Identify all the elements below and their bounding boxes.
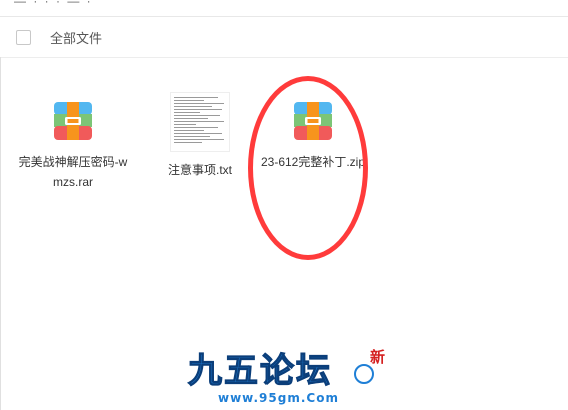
file-item-zip[interactable]: 23-612完整补丁.zip xyxy=(258,100,368,172)
forum-watermark-logo: 九五论坛 www.95gm.Com 新 xyxy=(187,348,385,405)
top-toolbar-strip: — · · · — · xyxy=(0,0,568,17)
archive-icon xyxy=(294,102,332,140)
file-item-txt[interactable]: 注意事项.txt xyxy=(145,92,255,180)
file-item-rar[interactable]: 完美战神解压密码-wmzs.rar xyxy=(18,100,128,192)
text-file-thumbnail xyxy=(170,92,230,152)
breadcrumb-cut-off: — · · · — · xyxy=(14,0,93,8)
svg-text:www.95gm.Com: www.95gm.Com xyxy=(218,391,339,405)
file-list-header: 全部文件 xyxy=(0,17,568,58)
file-name-label: 23-612完整补丁.zip xyxy=(260,155,366,169)
file-name-label: 完美战神解压密码-wmzs.rar xyxy=(18,155,128,189)
select-all-checkbox[interactable] xyxy=(16,30,31,45)
svg-text:新: 新 xyxy=(370,348,385,366)
all-files-label: 全部文件 xyxy=(50,31,103,46)
svg-text:九五论坛: 九五论坛 xyxy=(188,351,332,391)
panel-left-border xyxy=(0,57,1,410)
file-name-label: 注意事项.txt xyxy=(167,163,232,177)
archive-icon xyxy=(54,102,92,140)
